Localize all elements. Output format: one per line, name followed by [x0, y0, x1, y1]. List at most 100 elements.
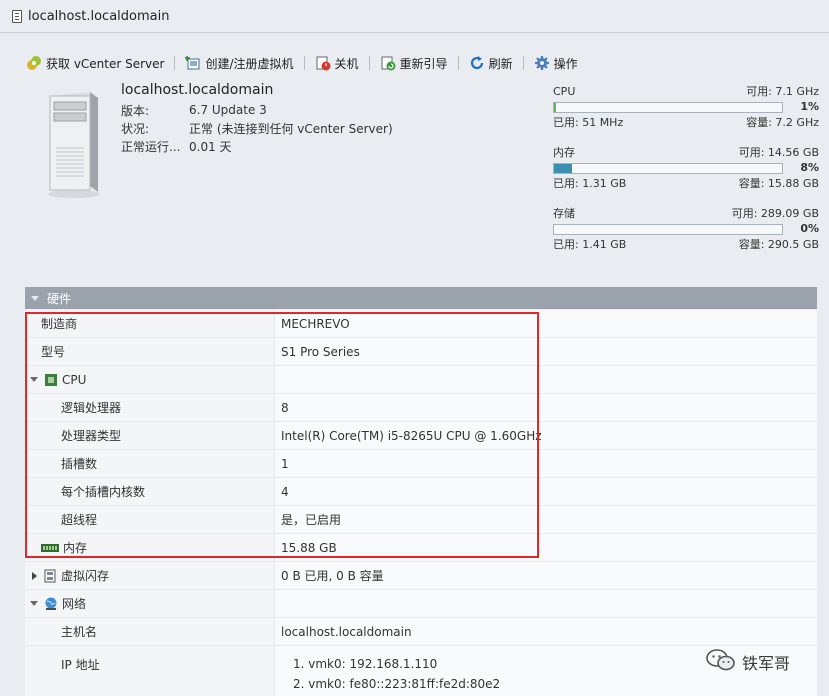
uptime-row: 正常运行... 0.01 天: [121, 137, 393, 155]
hostname-label: 主机名: [25, 618, 275, 645]
shutdown-button[interactable]: 关机: [315, 55, 359, 72]
cpu-free: 可用: 7.1 GHz: [746, 85, 819, 98]
memory-label: 内存: [63, 541, 88, 555]
cpu-group-label[interactable]: CPU: [25, 366, 275, 393]
table-row: 制造商 MECHREVO: [25, 310, 817, 338]
state-row: 状况: 正常 (未连接到任何 vCenter Server): [121, 119, 393, 137]
reboot-label: 重新引导: [399, 56, 448, 71]
logical-processors-value: 8: [275, 394, 817, 421]
table-row: 每个插槽内核数 4: [25, 478, 817, 506]
memory-meter-title: 内存: [553, 146, 575, 159]
server-tower-icon: [44, 88, 100, 200]
expand-down-icon[interactable]: [30, 601, 38, 606]
version-row: 版本: 6.7 Update 3: [121, 101, 393, 119]
memory-value: 15.88 GB: [275, 534, 817, 561]
get-vcenter-label: 获取 vCenter Server: [46, 56, 165, 71]
wechat-icon: [706, 648, 736, 676]
sockets-value: 1: [275, 450, 817, 477]
table-row: 网络: [25, 590, 817, 618]
logical-processors-label: 逻辑处理器: [25, 394, 275, 421]
uptime-value: 0.01 天: [189, 139, 232, 154]
memory-group-label: 内存: [25, 534, 275, 561]
toolbar-divider: [522, 56, 524, 70]
memory-used: 已用: 1.31 GB: [553, 177, 627, 190]
cpu-meter: CPU 可用: 7.1 GHz 1% 已用: 51 MHz 容量: 7.2 GHz: [553, 85, 819, 130]
vflash-label: 虚拟闪存: [61, 569, 110, 583]
manufacturer-value: MECHREVO: [275, 310, 817, 337]
create-vm-button[interactable]: 创建/注册虚拟机: [185, 55, 294, 72]
network-label: 网络: [62, 597, 87, 611]
table-row: 虚拟闪存 0 B 已用, 0 B 容量: [25, 562, 817, 590]
cores-per-socket-label: 每个插槽内核数: [25, 478, 275, 505]
cpu-used: 已用: 51 MHz: [553, 116, 624, 129]
processor-type-value: Intel(R) Core(TM) i5-8265U CPU @ 1.60GHz: [275, 422, 817, 449]
storage-meter-title: 存储: [553, 207, 575, 220]
refresh-label: 刷新: [488, 56, 513, 71]
watermark-text: 铁军哥: [742, 654, 791, 673]
cpu-chip-icon: [44, 373, 58, 387]
cpu-meter-title: CPU: [553, 85, 576, 98]
gear-icon: [534, 55, 550, 71]
table-row: 插槽数 1: [25, 450, 817, 478]
cpu-capacity: 容量: 7.2 GHz: [746, 116, 819, 129]
hardware-section-title: 硬件: [47, 291, 72, 306]
storage-free: 可用: 289.09 GB: [731, 207, 819, 220]
collapse-icon: [31, 295, 39, 301]
vflash-group-label[interactable]: 虚拟闪存: [25, 562, 275, 589]
memory-percent: 8%: [800, 161, 819, 174]
network-value: [275, 590, 817, 617]
memory-module-icon: [41, 541, 59, 555]
toolbar-divider: [174, 56, 176, 70]
memory-usage-bar: [553, 163, 783, 174]
vflash-value: 0 B 已用, 0 B 容量: [275, 562, 817, 589]
window-titlebar: localhost.localdomain: [0, 0, 829, 33]
cpu-value: [275, 366, 817, 393]
cores-per-socket-value: 4: [275, 478, 817, 505]
actions-button[interactable]: 操作: [534, 55, 578, 72]
hardware-grid: 制造商 MECHREVO 型号 S1 Pro Series CPU 逻辑处理器 …: [25, 310, 817, 696]
storage-meter: 存储 可用: 289.09 GB 0% 已用: 1.41 GB 容量: 290.5 …: [553, 207, 819, 252]
watermark: 铁军哥: [706, 648, 790, 676]
actions-label: 操作: [553, 56, 578, 71]
version-label: 版本:: [121, 103, 150, 118]
window-title: localhost.localdomain: [28, 8, 170, 24]
ip-address-label: IP 地址: [25, 646, 275, 696]
vcenter-icon: [26, 55, 42, 71]
get-vcenter-button[interactable]: 获取 vCenter Server: [26, 55, 164, 72]
ip-address-item: 1. vmk0: 192.168.1.110: [293, 656, 438, 671]
model-label: 型号: [25, 338, 275, 365]
hyperthreading-label: 超线程: [25, 506, 275, 533]
cpu-usage-bar: [553, 102, 783, 113]
flash-drive-icon: [43, 569, 57, 583]
table-row: 处理器类型 Intel(R) Core(TM) i5-8265U CPU @ 1…: [25, 422, 817, 450]
storage-usage-bar: [553, 224, 783, 235]
sockets-label: 插槽数: [25, 450, 275, 477]
toolbar-divider: [457, 56, 459, 70]
expand-down-icon[interactable]: [30, 377, 38, 382]
cpu-label: CPU: [62, 372, 87, 387]
state-label: 状况:: [121, 121, 150, 136]
expand-right-icon[interactable]: [32, 571, 37, 580]
refresh-button[interactable]: 刷新: [469, 55, 513, 72]
shutdown-label: 关机: [334, 56, 359, 71]
hardware-section-header[interactable]: 硬件: [25, 287, 817, 309]
shutdown-icon: [315, 55, 331, 71]
toolbar-divider: [368, 56, 370, 70]
host-summary: localhost.localdomain 版本: 6.7 Update 3 状…: [121, 82, 393, 155]
hostname-value: localhost.localdomain: [275, 618, 817, 645]
ip-address-item: 2. vmk0: fe80::223:81ff:fe2d:80e2: [293, 676, 501, 691]
reboot-button[interactable]: 重新引导: [380, 55, 448, 72]
storage-capacity: 容量: 290.5 GB: [738, 238, 819, 251]
table-row: 超线程 是，已启用: [25, 506, 817, 534]
network-globe-icon: [44, 597, 58, 611]
version-value: 6.7 Update 3: [189, 103, 267, 117]
reboot-icon: [380, 55, 396, 71]
table-row: IP 地址 1. vmk0: 192.168.1.110 2. vmk0: fe…: [25, 646, 817, 696]
cpu-percent: 1%: [800, 100, 819, 113]
network-group-label[interactable]: 网络: [25, 590, 275, 617]
table-row: 型号 S1 Pro Series: [25, 338, 817, 366]
model-value: S1 Pro Series: [275, 338, 817, 365]
storage-percent: 0%: [800, 222, 819, 235]
hyperthreading-value: 是，已启用: [275, 506, 817, 533]
create-vm-label: 创建/注册虚拟机: [205, 56, 294, 71]
